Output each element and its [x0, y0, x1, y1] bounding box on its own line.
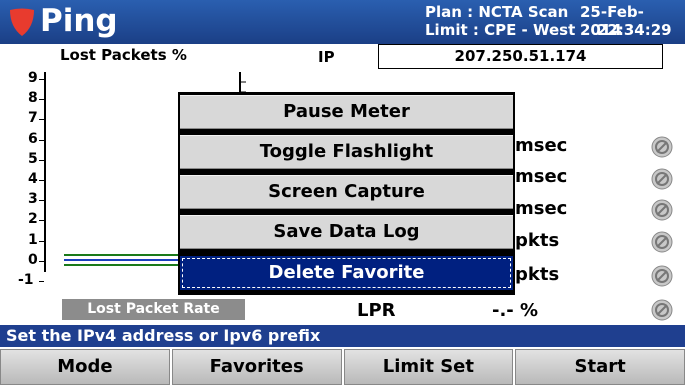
y-tick-label: 5 — [28, 150, 38, 167]
measurement-unit: msec — [515, 135, 568, 156]
menu-item-pause-meter[interactable]: Pause Meter — [180, 95, 513, 129]
y-tick-label: 0 — [28, 251, 38, 268]
na-icon — [651, 299, 673, 321]
menu-item-toggle-flashlight[interactable]: Toggle Flashlight — [180, 135, 513, 169]
measurement-unit: pkts — [515, 264, 560, 285]
y-tick-label: 8 — [28, 90, 38, 107]
limit-set-button[interactable]: Limit Set — [343, 349, 514, 385]
y-tick-label: 4 — [28, 171, 38, 187]
app-header: Ping Plan : NCTA Scan Limit : CPE - West… — [0, 0, 685, 44]
y-tick-mark — [39, 159, 44, 161]
y-tick-mark — [39, 220, 44, 222]
y-tick-label: 9 — [28, 70, 38, 86]
y-tick-mark — [39, 260, 44, 262]
limit-label: Limit : CPE - West — [425, 21, 576, 39]
menu-item-save-data-log[interactable]: Save Data Log — [180, 215, 513, 249]
ip-address-field[interactable]: 207.250.51.174 — [378, 44, 663, 69]
y-tick-mark — [39, 281, 44, 282]
plan-label: Plan : NCTA Scan — [425, 3, 569, 21]
na-icon — [651, 168, 673, 190]
na-icon — [651, 231, 673, 253]
lost-packet-rate-label: Lost Packet Rate — [62, 299, 245, 320]
chart-title: Lost Packets % — [60, 46, 187, 64]
y-tick-mark — [39, 79, 44, 80]
y-tick-label: 1 — [28, 231, 38, 248]
start-button[interactable]: Start — [515, 349, 685, 385]
y-tick-mark — [39, 240, 44, 242]
menu-item-screen-capture[interactable]: Screen Capture — [180, 175, 513, 209]
mode-button[interactable]: Mode — [0, 349, 170, 385]
status-message: Set the IPv4 address or Ipv6 prefix — [0, 325, 685, 347]
y-tick-mark — [39, 180, 44, 181]
na-icon — [651, 199, 673, 221]
softkey-bar: Mode Favorites Limit Set Start — [0, 349, 685, 385]
y-tick-label: 2 — [28, 211, 38, 228]
ip-label: IP — [318, 48, 335, 66]
lpr-value: -.- % — [492, 300, 539, 321]
y-tick-mark — [39, 119, 44, 121]
na-icon — [651, 265, 673, 287]
y-tick-label: 7 — [28, 110, 38, 127]
time-label: 22:34:29 — [597, 21, 672, 39]
y-tick-label: 3 — [28, 191, 38, 208]
measurement-unit: pkts — [515, 230, 560, 251]
y-tick-label: 6 — [28, 130, 38, 147]
y-tick-mark — [39, 200, 44, 202]
app-title: Ping — [40, 3, 118, 39]
favorites-button[interactable]: Favorites — [171, 349, 342, 385]
menu-item-delete-favorite[interactable]: Delete Favorite — [180, 256, 513, 290]
y-tick-mark — [39, 99, 44, 101]
y-tick-label: -1 — [18, 272, 34, 288]
y-axis — [44, 72, 46, 272]
y-tick-mark — [39, 139, 44, 141]
na-icon — [651, 136, 673, 158]
context-menu: Pause Meter Toggle Flashlight Screen Cap… — [178, 92, 515, 295]
shield-icon — [10, 8, 34, 36]
lpr-label: LPR — [357, 300, 396, 321]
measurement-unit: msec — [515, 198, 568, 219]
measurement-unit: msec — [515, 166, 568, 187]
